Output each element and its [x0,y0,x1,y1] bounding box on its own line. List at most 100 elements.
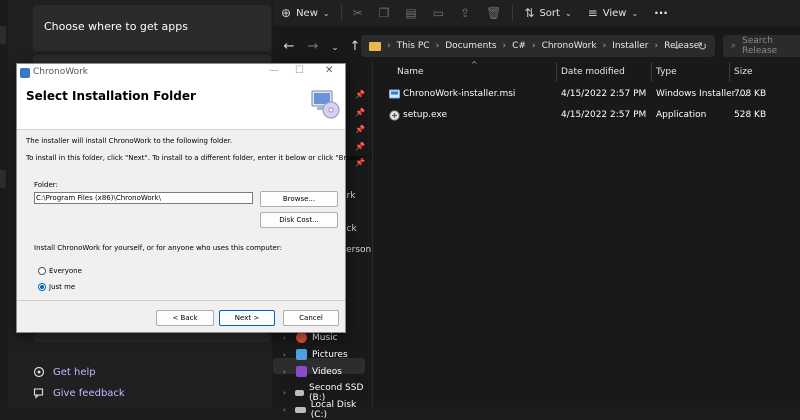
file-name: setup.exe [403,110,447,120]
paste-button[interactable]: ▤ [397,2,424,24]
column-divider[interactable] [651,62,652,82]
close-icon[interactable]: ✕ [325,65,333,76]
nav-item-videos[interactable]: › Videos [283,366,342,377]
sort-label: Sort [539,7,560,19]
dialog-banner: Select Installation Folder [17,82,345,130]
rename-icon: ▭ [432,6,445,20]
search-box[interactable]: ⌕ Search Release [723,35,800,57]
disk-cost-button[interactable]: Disk Cost... [260,212,338,228]
more-icon: ··· [654,6,668,20]
just-me-radio[interactable]: Just me [38,283,75,291]
instructions-text: To install in this folder, click "Next".… [26,154,370,162]
browse-button[interactable]: Browse... [260,191,338,207]
videos-icon [296,366,307,377]
folder-path-input[interactable] [34,192,253,204]
drive-icon [294,390,305,396]
give-feedback-label: Give feedback [53,387,125,399]
breadcrumb-item[interactable]: ChronoWork [542,41,597,51]
drive-icon [295,407,306,413]
arrow-left-icon: ← [283,38,295,54]
expand-icon: › [283,406,286,414]
pin-icon: 📌 [355,125,365,134]
view-button[interactable]: ≡ View ⌄ [580,2,647,24]
column-divider[interactable] [556,62,557,82]
pin-icon: 📌 [355,90,365,99]
pin-icon: 📌 [355,142,365,151]
nav-item-label: Music [312,332,338,343]
address-row: ← → ⌄ ↑ › This PC › Documents › C# › Chr… [273,33,800,59]
breadcrumb-item[interactable]: Release [664,41,699,51]
breadcrumb-item[interactable]: Installer [612,41,648,51]
column-header-name[interactable]: Name [397,62,424,82]
copy-button[interactable]: ❐ [371,2,398,24]
breadcrumb-item[interactable]: C# [512,41,526,51]
rename-button[interactable]: ▭ [425,2,452,24]
sort-button[interactable]: ⇅ Sort ⌄ [516,2,579,24]
forward-nav-button[interactable]: → [303,39,323,54]
explorer-toolbar: ⊕ New ⌄ ✂ ❐ ▤ ▭ ⇪ 🗑 ⇅ Sort ⌄ ≡ View ⌄ ··… [273,0,800,26]
nav-item-music[interactable]: › Music [283,332,338,343]
choose-apps-card[interactable]: Choose where to get apps [33,5,271,51]
chevron-right-icon: › [435,41,440,51]
breadcrumb-item[interactable]: This PC [397,41,430,51]
get-help-label: Get help [53,366,96,378]
chevron-down-icon: ⌄ [631,8,639,18]
new-label: New [296,7,318,19]
folder-icon [369,41,381,51]
msi-file-icon [389,89,400,99]
collapse-nav-button[interactable]: ⌄ [325,39,345,54]
address-history-dropdown[interactable]: ⌄ [673,41,681,52]
plus-icon: ⊕ [281,6,292,20]
share-icon: ⇪ [460,6,471,20]
toolbar-divider [340,5,342,21]
more-options-button[interactable]: ··· [646,2,676,24]
intro-text: The installer will install ChronoWork to… [26,137,233,145]
minimize-icon[interactable]: — [269,65,279,76]
file-row[interactable]: setup.exe 4/15/2022 2:57 PM Application … [373,107,800,125]
cancel-button[interactable]: Cancel [283,310,339,326]
radio-button-icon [38,267,46,275]
cut-button[interactable]: ✂ [345,2,371,24]
file-explorer-window: ⊕ New ⌄ ✂ ❐ ▤ ▭ ⇪ 🗑 ⇅ Sort ⌄ ≡ View ⌄ ··… [273,0,800,420]
column-header-type[interactable]: Type [656,62,677,82]
next-button[interactable]: Next > [219,310,275,326]
settings-card [33,333,271,342]
nav-item-pictures[interactable]: › Pictures [283,349,348,360]
file-size: 708 KB [734,89,767,99]
copy-icon: ❐ [378,6,390,20]
chevron-right-icon: › [387,41,391,51]
column-divider[interactable] [729,62,730,82]
expand-icon: › [283,389,286,397]
refresh-icon[interactable]: ↻ [698,40,707,53]
arrow-up-icon: ↑ [349,38,361,54]
settings-side-tab[interactable] [0,26,6,44]
address-bar[interactable]: › This PC › Documents › C# › ChronoWork … [361,35,715,57]
dialog-titlebar: ChronoWork — ☐ ✕ [17,64,345,82]
column-header-size[interactable]: Size [734,62,752,82]
file-type: Application [656,110,707,120]
column-header-date[interactable]: Date modified [561,62,625,82]
view-label: View [602,7,627,19]
delete-button[interactable]: 🗑 [478,2,509,24]
help-icon [33,366,45,378]
installer-dialog: ChronoWork — ☐ ✕ Select Installation Fol… [16,63,370,333]
settings-side-tab[interactable] [0,170,6,188]
get-help-link[interactable]: Get help [33,366,96,378]
breadcrumb-item[interactable]: Documents [445,41,496,51]
give-feedback-link[interactable]: Give feedback [33,387,125,399]
file-list: Name ^ Date modified Type Size ChronoWor… [373,60,800,407]
music-icon [296,332,307,343]
chevron-right-icon: › [502,41,507,51]
back-button[interactable]: < Back [156,310,214,326]
nav-item-local-disk[interactable]: › Local Disk (C:) [283,400,371,420]
footer-divider [17,300,345,301]
back-nav-button[interactable]: ← [279,39,299,54]
breadcrumb: › This PC › Documents › C# › ChronoWork … [387,41,699,51]
view-icon: ≡ [587,6,598,20]
share-button[interactable]: ⇪ [452,2,478,24]
maximize-icon[interactable]: ☐ [295,65,304,76]
cut-icon: ✂ [352,6,363,20]
new-button[interactable]: ⊕ New ⌄ [273,2,338,24]
file-row[interactable]: ChronoWork-installer.msi 4/15/2022 2:57 … [373,86,800,104]
everyone-radio[interactable]: Everyone [38,267,82,275]
